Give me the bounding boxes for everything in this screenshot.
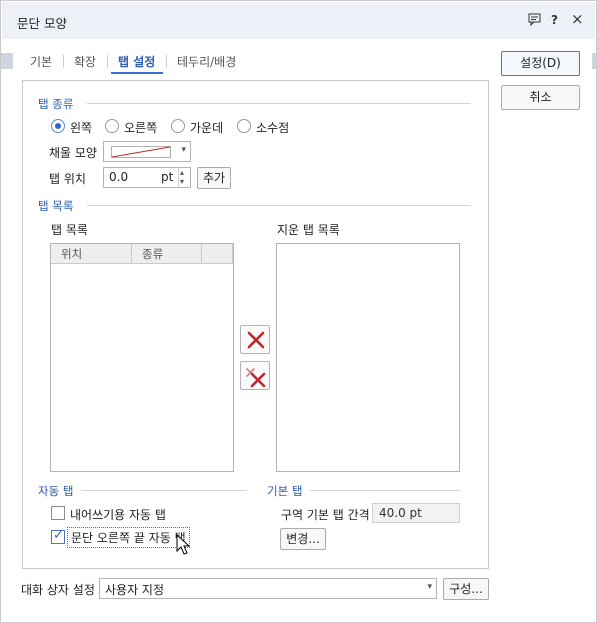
dialog-setting-label: 대화 상자 설정: [21, 583, 95, 597]
cancel-button[interactable]: 취소: [501, 85, 580, 110]
right-end-auto-tab-checkbox[interactable]: [51, 528, 65, 544]
tab-type-section-label: 탭 종류: [38, 97, 74, 111]
tab-basic[interactable]: 기본: [30, 53, 52, 70]
tab-list-section-label: 탭 목록: [38, 199, 74, 213]
right-end-auto-tab-label[interactable]: 문단 오른쪽 끝 자동 탭: [67, 527, 190, 548]
radio-center-label: 가운데: [190, 121, 224, 135]
radio-decimal-label: 소수점: [256, 121, 290, 135]
fill-shape-preview: [111, 146, 171, 158]
section-divider: [310, 490, 460, 491]
radio-left-label: 왼쪽: [70, 121, 93, 135]
hanging-indent-auto-tab-checkbox[interactable]: [51, 506, 65, 520]
tab-separator: [107, 55, 108, 68]
tab-position-label: 탭 위치: [49, 172, 86, 186]
tab-list-label: 탭 목록: [51, 223, 88, 237]
column-header-blank[interactable]: [202, 244, 233, 264]
dialog-setting-select[interactable]: 사용자 지정 ▾: [99, 578, 437, 599]
background-strip-right: [592, 53, 596, 69]
tab-separator: [166, 55, 167, 68]
radio-right-label: 오른쪽: [124, 121, 158, 135]
tab-position-value: 0.0: [109, 170, 129, 184]
default-tab-section-label: 기본 탭: [267, 484, 303, 498]
comment-icon[interactable]: [528, 13, 541, 29]
fill-shape-select[interactable]: ▾: [103, 141, 191, 162]
close-icon[interactable]: ×: [571, 10, 584, 28]
auto-tab-section-label: 자동 탭: [38, 484, 74, 498]
chevron-down-icon: ▾: [427, 582, 432, 592]
background-strip-left: [1, 53, 13, 69]
change-interval-button[interactable]: 변경...: [280, 528, 326, 550]
help-icon[interactable]: ?: [551, 13, 558, 27]
spin-down-icon[interactable]: ▾: [180, 177, 184, 186]
delete-all-icon: [246, 368, 266, 388]
tab-position-unit: pt: [161, 170, 174, 184]
radio-decimal[interactable]: [237, 119, 251, 133]
chevron-down-icon: ▾: [181, 145, 186, 155]
delete-all-tabs-button[interactable]: [240, 361, 270, 390]
title-bar[interactable]: 문단 모양 ? ×: [2, 2, 595, 39]
column-header-position[interactable]: 위치: [51, 244, 132, 264]
dialog-title: 문단 모양: [17, 16, 67, 31]
configure-button[interactable]: 구성...: [443, 578, 489, 600]
tab-border-background[interactable]: 테두리/배경: [177, 53, 236, 70]
ok-button[interactable]: 설정(D): [501, 51, 580, 76]
tab-position-spinner[interactable]: 0.0 pt ▴ ▾: [103, 167, 191, 188]
dialog-setting-value: 사용자 지정: [105, 583, 165, 597]
fill-shape-label: 채울 모양: [49, 146, 97, 160]
spin-up-icon[interactable]: ▴: [180, 168, 184, 177]
section-divider: [87, 205, 471, 206]
active-tab-indicator: [111, 72, 163, 74]
delete-tab-button[interactable]: [240, 325, 270, 354]
spinner-divider: [178, 167, 179, 188]
column-header-type[interactable]: 종류: [132, 244, 202, 264]
radio-right[interactable]: [105, 119, 119, 133]
tab-separator: [63, 55, 64, 68]
radio-left[interactable]: [51, 119, 65, 133]
tab-list-box[interactable]: 위치 종류: [50, 243, 234, 472]
delete-icon: [247, 331, 265, 349]
hanging-indent-auto-tab-label: 내어쓰기용 자동 탭: [70, 508, 166, 522]
add-tab-button[interactable]: 추가: [197, 167, 231, 189]
paragraph-shape-dialog: 문단 모양 ? × 기본 확장 탭 설정 테두리/배경 설정(D) 취소 탭 종…: [0, 0, 597, 623]
section-default-tab-interval-label: 구역 기본 탭 간격: [281, 508, 370, 522]
section-divider: [87, 103, 471, 104]
tab-tab-settings[interactable]: 탭 설정: [118, 53, 155, 70]
tab-extended[interactable]: 확장: [74, 53, 96, 70]
radio-center[interactable]: [171, 119, 185, 133]
deleted-tab-list-label: 지운 탭 목록: [277, 223, 340, 237]
mouse-cursor-icon: [176, 534, 191, 555]
section-divider: [81, 490, 247, 491]
deleted-tab-list-box[interactable]: [276, 243, 460, 472]
default-tab-interval-value: 40.0 pt: [372, 503, 460, 523]
